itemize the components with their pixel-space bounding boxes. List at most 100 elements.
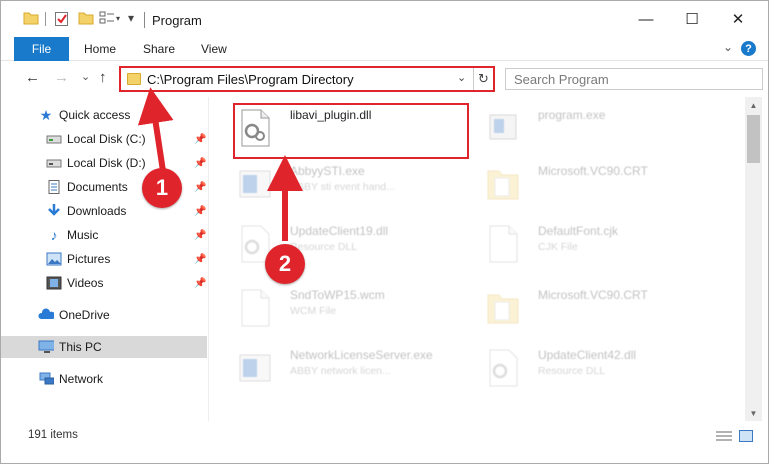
expand-ribbon-icon[interactable]: ⌄ xyxy=(723,40,733,54)
address-path[interactable]: C:\Program Files\Program Directory xyxy=(147,72,354,87)
file-name: program.exe xyxy=(538,108,606,122)
generic-file-icon xyxy=(489,225,518,263)
file-item-microsoft-vc90-crt[interactable]: Microsoft.VC90.CRT xyxy=(482,159,712,209)
sidebar-item-onedrive[interactable]: OneDrive xyxy=(1,304,207,326)
pin-icon: 📌 xyxy=(194,205,207,217)
file-item-microsoft-vc90-crt-2[interactable]: Microsoft.VC90.CRT xyxy=(482,283,712,333)
sidebar-item-this-pc[interactable]: This PC xyxy=(1,336,207,358)
sidebar-item-label: Quick access xyxy=(59,108,131,122)
file-item-networklicenseserver[interactable]: NetworkLicenseServer.exe ABBY network li… xyxy=(234,343,464,393)
view-options-icon[interactable] xyxy=(99,11,115,25)
music-icon: ♪ xyxy=(50,227,58,243)
status-bar: 191 items xyxy=(1,421,768,463)
tab-home[interactable]: Home xyxy=(84,42,116,56)
sidebar-item-label: Videos xyxy=(67,276,104,290)
folder-icon xyxy=(127,73,141,85)
file-item-program-exe[interactable]: program.exe xyxy=(482,103,712,153)
refresh-icon[interactable]: ↻ xyxy=(473,68,493,90)
file-explorer-window: ▾ ▾ Program — ☐ ✕ File Home Share View ⌄… xyxy=(0,0,769,464)
help-icon[interactable]: ? xyxy=(741,41,756,56)
toolbar-divider xyxy=(45,12,46,26)
title-bar: ▾ ▾ Program — ☐ ✕ xyxy=(1,1,768,37)
file-description: ABBY sti event hand... xyxy=(290,181,395,193)
drive-icon xyxy=(46,159,62,168)
forward-button[interactable]: → xyxy=(54,69,69,86)
recent-locations-button[interactable]: ⌄ xyxy=(81,70,90,83)
sidebar-item-label: This PC xyxy=(59,340,102,354)
sidebar-item-label: Pictures xyxy=(67,252,111,266)
videos-icon xyxy=(46,276,62,290)
sidebar-item-pictures[interactable]: Pictures 📌 xyxy=(1,248,207,270)
search-input[interactable] xyxy=(505,68,763,90)
sidebar-item-label: OneDrive xyxy=(59,308,110,322)
sidebar-item-label: Network xyxy=(59,372,104,386)
sidebar-item-label: Downloads xyxy=(67,204,127,218)
details-view-icon[interactable] xyxy=(716,430,732,442)
item-count: 191 items xyxy=(28,429,78,441)
pin-icon: 📌 xyxy=(194,253,207,265)
navigation-bar: ← → ⌄ ↑ C:\Program Files\Program Directo… xyxy=(1,61,768,95)
ribbon: File Home Share View ⌄ ? xyxy=(1,37,768,61)
sidebar-item-music[interactable]: ♪ Music 📌 xyxy=(1,224,207,246)
scroll-thumb[interactable] xyxy=(747,115,760,163)
tab-file[interactable]: File xyxy=(14,37,69,61)
sidebar-item-videos[interactable]: Videos 📌 xyxy=(1,272,207,294)
dll-file-icon xyxy=(489,349,518,387)
file-name: SndToWP15.wcm xyxy=(290,288,385,302)
chevron-down-icon[interactable]: ▾ xyxy=(116,14,120,23)
star-icon: ★ xyxy=(39,106,53,123)
file-description: Resource DLL xyxy=(538,365,606,377)
sidebar-item-quick-access[interactable]: ★ Quick access xyxy=(1,104,207,126)
sidebar-item-local-disk-d[interactable]: Local Disk (D:) 📌 xyxy=(1,152,207,174)
back-button[interactable]: ← xyxy=(25,69,40,86)
onedrive-icon xyxy=(38,308,54,319)
new-folder-icon[interactable] xyxy=(78,11,94,25)
tiles-view-icon[interactable] xyxy=(739,430,753,442)
address-dropdown-icon[interactable]: ⌄ xyxy=(457,71,466,84)
folder-icon xyxy=(487,170,519,200)
file-description: ABBY network licen... xyxy=(290,365,391,377)
file-item-abbyysti[interactable]: AbbyySTI.exe ABBY sti event hand... xyxy=(234,159,464,209)
address-bar[interactable]: C:\Program Files\Program Directory ⌄ ↻ xyxy=(119,66,495,92)
title-divider xyxy=(144,12,145,28)
step-2-badge: 2 xyxy=(265,244,305,284)
scroll-up-icon[interactable]: ▲ xyxy=(745,97,762,113)
minimize-button[interactable]: — xyxy=(623,1,669,37)
folder-icon xyxy=(487,294,519,324)
up-button[interactable]: ↑ xyxy=(99,69,107,86)
close-button[interactable]: ✕ xyxy=(715,1,761,37)
generic-file-icon xyxy=(241,289,270,327)
tab-share[interactable]: Share xyxy=(143,42,175,56)
file-name: Microsoft.VC90.CRT xyxy=(538,288,648,302)
step-1-badge: 1 xyxy=(142,168,182,208)
sidebar-item-label: Local Disk (C:) xyxy=(67,132,146,146)
sidebar-item-local-disk-c[interactable]: Local Disk (C:) 📌 xyxy=(1,128,207,150)
file-name: Microsoft.VC90.CRT xyxy=(538,164,648,178)
pin-icon: 📌 xyxy=(194,181,207,193)
vertical-scrollbar[interactable]: ▲ ▼ xyxy=(745,97,762,421)
maximize-button[interactable]: ☐ xyxy=(669,1,715,37)
scroll-down-icon[interactable]: ▼ xyxy=(745,405,762,421)
pin-icon: 📌 xyxy=(194,229,207,241)
sidebar-item-label: Local Disk (D:) xyxy=(67,156,146,170)
pin-icon: 📌 xyxy=(194,133,207,145)
tab-view[interactable]: View xyxy=(201,42,227,56)
folder-icon xyxy=(23,12,39,25)
network-icon xyxy=(39,372,54,385)
drive-icon xyxy=(46,135,62,144)
exe-file-icon xyxy=(239,354,271,382)
customize-toolbar-icon[interactable]: ▾ xyxy=(128,11,134,25)
window-title: Program xyxy=(152,13,202,28)
file-item-updateclient42[interactable]: UpdateClient42.dll Resource DLL xyxy=(482,343,712,393)
pictures-icon xyxy=(46,252,62,266)
exe-file-icon xyxy=(239,170,271,198)
sidebar-item-label: Music xyxy=(67,228,99,242)
sidebar-item-downloads[interactable]: Downloads 📌 xyxy=(1,200,207,222)
file-item-defaultfont[interactable]: DefaultFont.cjk CJK File xyxy=(482,219,712,269)
computer-icon xyxy=(38,340,54,353)
file-item-sndtowp15[interactable]: SndToWP15.wcm WCM File xyxy=(234,283,464,333)
file-name: UpdateClient19.dll xyxy=(290,224,389,238)
properties-icon[interactable] xyxy=(54,11,69,27)
sidebar-item-network[interactable]: Network xyxy=(1,368,207,390)
downloads-icon xyxy=(48,204,60,216)
